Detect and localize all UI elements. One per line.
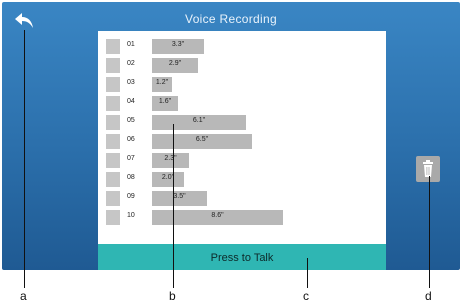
press-to-talk-button[interactable]: Press to Talk <box>98 244 386 270</box>
select-checkbox[interactable] <box>106 96 120 111</box>
recording-row[interactable]: 02 2.9" <box>98 56 386 75</box>
select-checkbox[interactable] <box>106 191 120 206</box>
back-button[interactable] <box>12 8 36 32</box>
recording-row[interactable]: 09 3.5" <box>98 189 386 208</box>
recording-number: 06 <box>127 136 135 143</box>
recording-number: 02 <box>127 60 135 67</box>
callout-line-c <box>307 258 308 288</box>
callout-label-b: b <box>169 289 176 303</box>
recording-duration: 2.9" <box>168 60 182 67</box>
recording-number: 01 <box>127 41 135 48</box>
screen-title: Voice Recording <box>185 12 277 26</box>
select-checkbox[interactable] <box>106 134 120 149</box>
recording-row[interactable]: 04 1.6" <box>98 94 386 113</box>
select-checkbox[interactable] <box>106 39 120 54</box>
callout-line-a <box>24 30 25 288</box>
recording-number: 08 <box>127 174 135 181</box>
recording-duration: 3.3" <box>171 41 185 48</box>
callout-label-d: d <box>425 289 432 303</box>
callout-line-d <box>429 176 430 288</box>
select-checkbox[interactable] <box>106 58 120 73</box>
recording-duration: 6.5" <box>195 136 209 143</box>
recording-row[interactable]: 10 8.6" <box>98 208 386 227</box>
recording-duration: 3.5" <box>173 193 186 200</box>
device-screen: Voice Recording 01 3.3" 02 2.9" 03 1.2" 04 1.6"… <box>2 2 460 270</box>
recording-duration: 8.6" <box>211 212 224 219</box>
recording-duration: 1.6" <box>158 98 172 105</box>
recording-duration: 6.1" <box>192 117 206 124</box>
select-checkbox[interactable] <box>106 153 120 168</box>
back-arrow-icon <box>15 13 33 28</box>
recording-number: 03 <box>127 79 135 86</box>
delete-button[interactable] <box>416 156 440 182</box>
select-checkbox[interactable] <box>106 210 120 225</box>
recording-number: 05 <box>127 117 135 124</box>
recording-list: 01 3.3" 02 2.9" 03 1.2" 04 1.6" 05 6.1" 06 6.5" 07 2.… <box>98 31 386 244</box>
recording-number: 04 <box>127 98 135 105</box>
recording-number: 10 <box>127 212 135 219</box>
recording-number: 09 <box>127 193 135 200</box>
recording-row[interactable]: 05 6.1" <box>98 113 386 132</box>
recording-duration: 2.0" <box>161 174 175 181</box>
callout-line-b <box>173 124 174 288</box>
select-checkbox[interactable] <box>106 115 120 130</box>
select-checkbox[interactable] <box>106 77 120 92</box>
callout-label-c: c <box>303 289 309 303</box>
recording-row[interactable]: 08 2.0" <box>98 170 386 189</box>
recording-row[interactable]: 06 6.5" <box>98 132 386 151</box>
recording-number: 07 <box>127 155 135 162</box>
trash-icon <box>423 160 433 177</box>
recording-row[interactable]: 03 1.2" <box>98 75 386 94</box>
callout-label-a: a <box>20 289 27 303</box>
recording-duration: 2.3" <box>164 155 177 162</box>
recording-duration: 1.2" <box>155 79 169 86</box>
recording-row[interactable]: 01 3.3" <box>98 37 386 56</box>
select-checkbox[interactable] <box>106 172 120 187</box>
recording-row[interactable]: 07 2.3" <box>98 151 386 170</box>
